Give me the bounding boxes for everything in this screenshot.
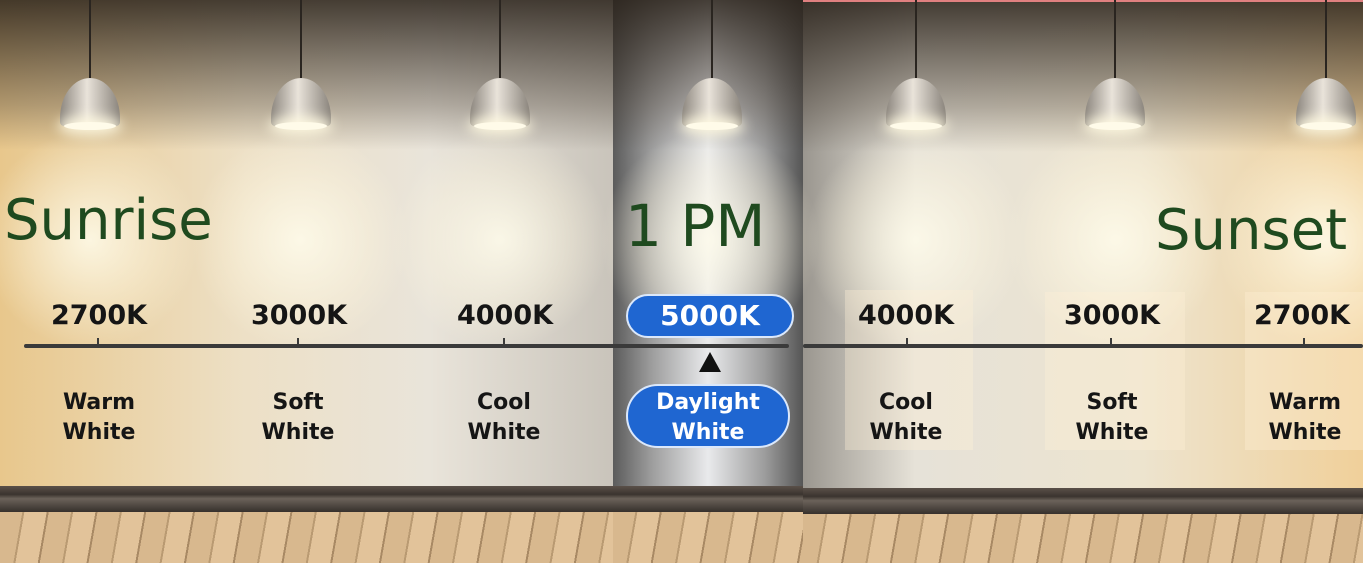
description-line-2: White: [869, 420, 943, 445]
light-description: Soft White: [233, 388, 363, 448]
light-description: Soft White: [1047, 388, 1177, 448]
temperature-label-highlighted: 5000K: [626, 294, 794, 338]
description-line-1: Warm: [62, 390, 136, 415]
scale-tick: [906, 338, 908, 348]
scale-tick: [297, 338, 299, 348]
temperature-label: 4000K: [456, 300, 554, 331]
light-color-temperature-scene: Sunrise 1 PM Sunset 2700K 3000K 4000K 50…: [0, 0, 1363, 563]
scale-tick: [1303, 338, 1305, 348]
pendant-lamp-icon: [682, 0, 742, 140]
description-line-2: White: [1075, 420, 1149, 445]
temperature-scale-line: [803, 344, 1363, 348]
baseboard: [0, 486, 613, 514]
description-line-2: White: [671, 420, 745, 445]
scale-tick: [1110, 338, 1112, 348]
light-description: Cool White: [841, 388, 971, 448]
description-line-2: White: [467, 420, 541, 445]
light-description: Cool White: [439, 388, 569, 448]
baseboard: [613, 486, 803, 514]
description-line-1: Cool: [879, 390, 933, 415]
indicator-triangle-icon: [699, 352, 721, 372]
baseboard: [803, 488, 1363, 516]
scale-tick: [503, 338, 505, 348]
scale-tick: [97, 338, 99, 348]
wooden-floor: [613, 512, 803, 563]
midday-heading: 1 PM: [625, 192, 766, 260]
temperature-label: 4000K: [857, 300, 955, 331]
wooden-floor: [0, 512, 613, 563]
description-line-1: Soft: [272, 390, 324, 415]
description-line-1: Daylight: [656, 390, 760, 415]
description-line-1: Warm: [1268, 390, 1342, 415]
description-line-2: White: [62, 420, 136, 445]
pendant-lamp-icon: [886, 0, 946, 140]
temperature-label: 3000K: [1063, 300, 1161, 331]
temperature-label: 3000K: [250, 300, 348, 331]
wooden-floor: [803, 514, 1363, 563]
description-line-1: Cool: [477, 390, 531, 415]
sunset-heading: Sunset: [1155, 198, 1348, 263]
pendant-lamp-icon: [1296, 0, 1356, 140]
pendant-lamp-icon: [1085, 0, 1145, 140]
description-line-2: White: [261, 420, 335, 445]
temperature-label: 2700K: [1253, 300, 1351, 331]
light-description: Warm White: [34, 388, 164, 448]
temperature-scale-line: [24, 344, 789, 348]
pendant-lamp-icon: [271, 0, 331, 140]
description-line-2: White: [1268, 420, 1342, 445]
light-description: Warm White: [1240, 388, 1363, 448]
pendant-lamp-icon: [470, 0, 530, 140]
temperature-label: 2700K: [50, 300, 148, 331]
light-description-highlighted: Daylight White: [626, 384, 790, 448]
pendant-lamp-icon: [60, 0, 120, 140]
sunrise-heading: Sunrise: [4, 188, 213, 253]
description-line-1: Soft: [1086, 390, 1138, 415]
